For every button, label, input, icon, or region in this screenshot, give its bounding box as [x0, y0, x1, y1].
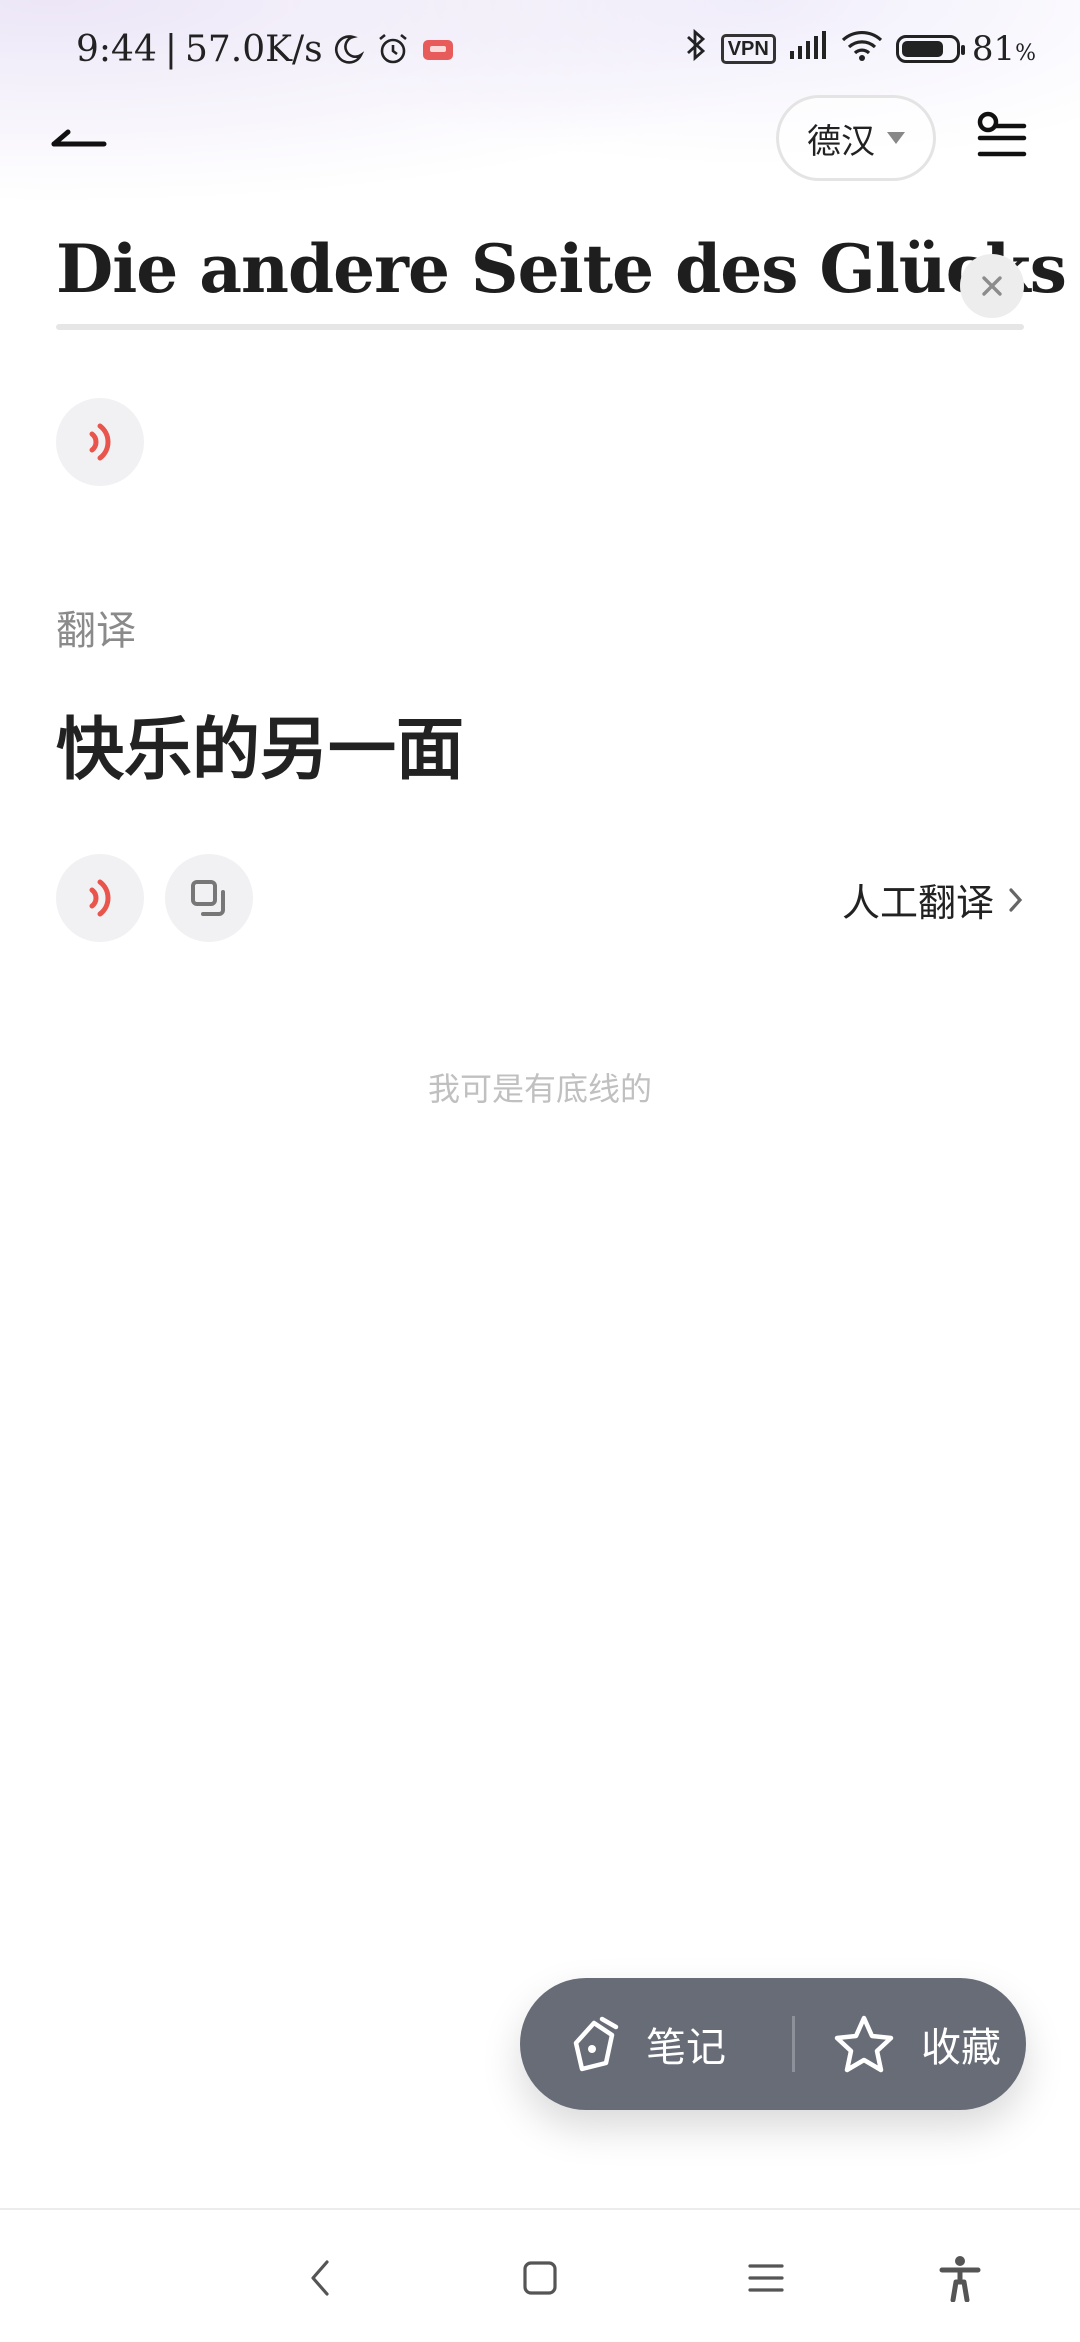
clear-button[interactable]	[960, 254, 1024, 318]
note-icon	[573, 2016, 619, 2072]
back-button[interactable]	[44, 110, 114, 160]
nav-back-icon	[311, 2260, 329, 2296]
end-of-content-note: 我可是有底线的	[427, 1070, 652, 1108]
copy-button[interactable]	[165, 854, 253, 942]
translation-speaker-button[interactable]	[56, 854, 144, 942]
floating-action-bar: 笔记 收藏	[520, 1978, 1026, 2110]
settings-button[interactable]	[974, 110, 1030, 162]
status-time: 9:44	[76, 28, 157, 70]
cellular-signal-icon	[788, 29, 828, 70]
accessibility-button[interactable]	[930, 2248, 990, 2308]
settings-sliders-icon	[977, 111, 1027, 157]
copy-icon	[191, 880, 225, 916]
back-arrow-icon	[51, 129, 107, 147]
note-button[interactable]: 笔记	[520, 1978, 768, 2110]
source-speaker-button[interactable]	[56, 398, 144, 486]
status-bar: 9:44 | 57.0K/s VPN 81%	[0, 0, 1080, 100]
alarm-icon	[375, 31, 411, 67]
status-separator: |	[164, 28, 177, 70]
battery-unit: %	[1015, 41, 1036, 66]
vpn-badge: VPN	[720, 34, 776, 64]
nav-home-button[interactable]	[510, 2248, 570, 2308]
star-icon	[834, 2015, 894, 2073]
caret-down-icon	[887, 132, 905, 144]
app-notification-icon	[421, 34, 455, 64]
language-pair-selector[interactable]: 德汉	[776, 95, 936, 181]
favorite-button[interactable]: 收藏	[795, 1978, 1001, 2110]
nav-recents-button[interactable]	[736, 2248, 796, 2308]
language-pair-label: 德汉	[807, 121, 875, 162]
battery-icon	[895, 35, 965, 63]
battery-percent-value: 81	[971, 29, 1016, 69]
status-right: VPN 81%	[683, 24, 1036, 74]
bluetooth-icon	[683, 27, 709, 72]
translation-section-label: 翻译	[56, 608, 136, 654]
moon-icon	[333, 33, 365, 65]
source-text[interactable]: Die andere Seite des Glücks	[56, 230, 1067, 308]
human-translation-link[interactable]: 人工翻译	[842, 872, 1024, 927]
speaker-icon	[89, 879, 111, 917]
chevron-right-icon	[1009, 887, 1023, 912]
wifi-icon	[840, 28, 884, 71]
status-left: 9:44 | 57.0K/s	[76, 24, 455, 74]
battery-percent: 81%	[972, 29, 1036, 69]
note-label: 笔记	[646, 2025, 726, 2071]
nav-back-button[interactable]	[290, 2248, 350, 2308]
nav-home-icon	[523, 2261, 557, 2295]
nav-menu-icon	[748, 2264, 784, 2292]
close-icon	[982, 276, 1002, 296]
source-underline	[56, 324, 1024, 330]
favorite-label: 收藏	[921, 2025, 1001, 2071]
network-speed: 57.0K/s	[184, 28, 323, 70]
speaker-icon	[89, 423, 111, 461]
translation-text: 快乐的另一面	[56, 711, 465, 790]
accessibility-icon	[939, 2256, 981, 2302]
system-navigation-bar	[0, 2208, 1080, 2342]
human-translation-label: 人工翻译	[841, 881, 994, 925]
